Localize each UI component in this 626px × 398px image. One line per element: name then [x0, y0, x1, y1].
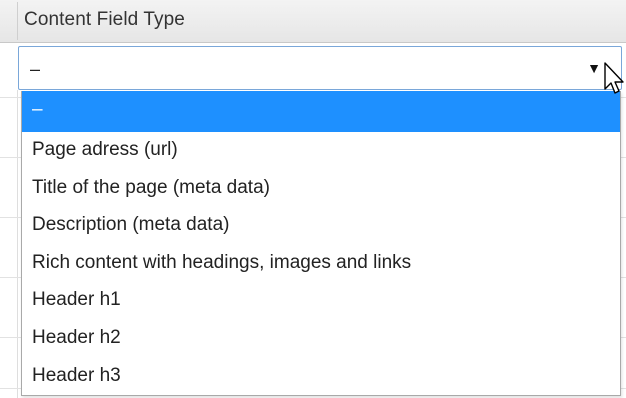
- dropdown-option[interactable]: Title of the page (meta data): [22, 170, 620, 208]
- dropdown-option[interactable]: Rich content with headings, images and l…: [22, 245, 620, 283]
- dropdown-option[interactable]: Description (meta data): [22, 207, 620, 245]
- dropdown-option[interactable]: Header h2: [22, 320, 620, 358]
- content-field-type-select[interactable]: – ▼: [18, 46, 622, 90]
- column-divider: [17, 2, 18, 40]
- background-column-line: [17, 90, 18, 398]
- select-current-value: –: [30, 59, 41, 79]
- mouse-pointer-icon: [604, 62, 624, 94]
- dropdown-option[interactable]: Header h3: [22, 358, 620, 396]
- dropdown-option[interactable]: Header h1: [22, 282, 620, 320]
- dropdown-list: – Page adress (url) Title of the page (met…: [21, 91, 621, 396]
- dropdown-option-selected[interactable]: –: [22, 91, 620, 132]
- triangle-down-icon[interactable]: ▼: [587, 60, 601, 76]
- dropdown-option[interactable]: Page adress (url): [22, 132, 620, 170]
- field-header: Content Field Type: [0, 0, 626, 43]
- field-label: Content Field Type: [24, 9, 185, 30]
- screen: Content Field Type – ▼ – Page adress (url…: [0, 0, 626, 398]
